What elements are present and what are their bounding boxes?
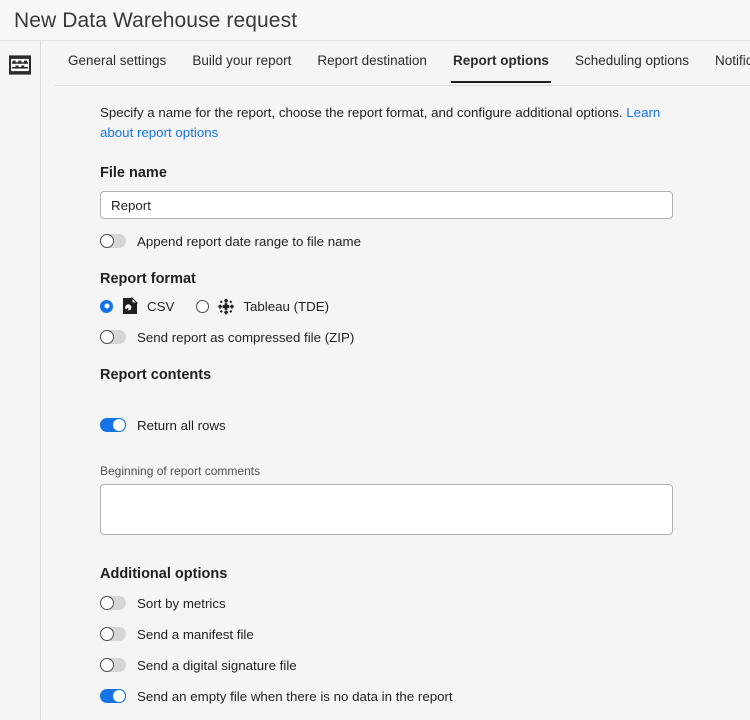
tab-report-options[interactable]: Report options — [440, 51, 562, 83]
tab-bar: General settings Build your report Repor… — [41, 41, 750, 85]
report-format-section-title: Report format — [100, 271, 750, 287]
tab-build-your-report[interactable]: Build your report — [179, 51, 304, 83]
append-date-range-toggle-row[interactable]: Append report date range to file name — [100, 230, 750, 252]
zip-toggle[interactable] — [100, 330, 126, 344]
sort-by-metrics-toggle-label: Sort by metrics — [137, 595, 226, 612]
tab-scheduling-options[interactable]: Scheduling options — [562, 51, 702, 83]
tableau-radio[interactable] — [196, 300, 209, 313]
app-header: New Data Warehouse request — [0, 0, 750, 41]
zip-toggle-label: Send report as compressed file (ZIP) — [137, 329, 354, 346]
report-comments-label: Beginning of report comments — [100, 464, 750, 478]
app-shell: General settings Build your report Repor… — [0, 41, 750, 720]
file-name-input[interactable] — [100, 191, 673, 219]
sort-by-metrics-toggle[interactable] — [100, 596, 126, 610]
toggle-knob — [100, 596, 114, 610]
append-date-range-toggle-label: Append report date range to file name — [137, 233, 361, 250]
send-manifest-file-toggle-row[interactable]: Send a manifest file — [100, 623, 750, 645]
additional-options-section-title: Additional options — [100, 566, 750, 582]
send-empty-file-toggle-label: Send an empty file when there is no data… — [137, 688, 453, 705]
file-name-section-title: File name — [100, 165, 750, 181]
append-date-range-toggle[interactable] — [100, 234, 126, 248]
report-format-option-tableau[interactable]: Tableau (TDE) — [196, 297, 329, 315]
report-comments-textarea[interactable] — [100, 484, 673, 535]
report-contents-section-title: Report contents — [100, 367, 750, 383]
toggle-knob — [112, 689, 126, 703]
zip-toggle-row[interactable]: Send report as compressed file (ZIP) — [100, 326, 750, 348]
toggle-knob — [100, 234, 114, 248]
abacus-icon[interactable] — [7, 53, 33, 77]
toggle-knob — [100, 627, 114, 641]
send-manifest-file-toggle-label: Send a manifest file — [137, 626, 254, 643]
report-format-option-csv[interactable]: CSV — [100, 297, 174, 315]
report-format-radio-group: CSV — [100, 297, 750, 315]
left-rail — [0, 41, 41, 720]
send-digital-signature-toggle-label: Send a digital signature file — [137, 657, 297, 674]
send-digital-signature-toggle[interactable] — [100, 658, 126, 672]
toggle-knob — [100, 658, 114, 672]
tab-notification-email[interactable]: Notification email — [702, 51, 750, 83]
additional-options-list: Sort by metrics Send a manifest file Sen… — [100, 592, 750, 707]
tableau-sparkle-icon — [217, 297, 235, 315]
panel-description: Specify a name for the report, choose th… — [100, 103, 680, 143]
report-options-panel: Specify a name for the report, choose th… — [41, 86, 750, 716]
send-manifest-file-toggle[interactable] — [100, 627, 126, 641]
toggle-knob — [112, 418, 126, 432]
tableau-radio-label: Tableau (TDE) — [243, 299, 329, 314]
return-all-rows-toggle[interactable] — [100, 418, 126, 432]
send-empty-file-toggle-row[interactable]: Send an empty file when there is no data… — [100, 685, 750, 707]
csv-radio-label: CSV — [147, 299, 174, 314]
return-all-rows-toggle-label: Return all rows — [137, 417, 226, 434]
toggle-knob — [100, 330, 114, 344]
tab-report-destination[interactable]: Report destination — [304, 51, 440, 83]
file-document-icon — [121, 297, 139, 315]
sort-by-metrics-toggle-row[interactable]: Sort by metrics — [100, 592, 750, 614]
csv-radio[interactable] — [100, 300, 113, 313]
send-empty-file-toggle[interactable] — [100, 689, 126, 703]
send-digital-signature-toggle-row[interactable]: Send a digital signature file — [100, 654, 750, 676]
page-title: New Data Warehouse request — [14, 10, 297, 31]
content-area: General settings Build your report Repor… — [41, 41, 750, 720]
tab-general-settings[interactable]: General settings — [55, 51, 179, 83]
return-all-rows-toggle-row[interactable]: Return all rows — [100, 414, 750, 436]
panel-description-text: Specify a name for the report, choose th… — [100, 105, 626, 120]
